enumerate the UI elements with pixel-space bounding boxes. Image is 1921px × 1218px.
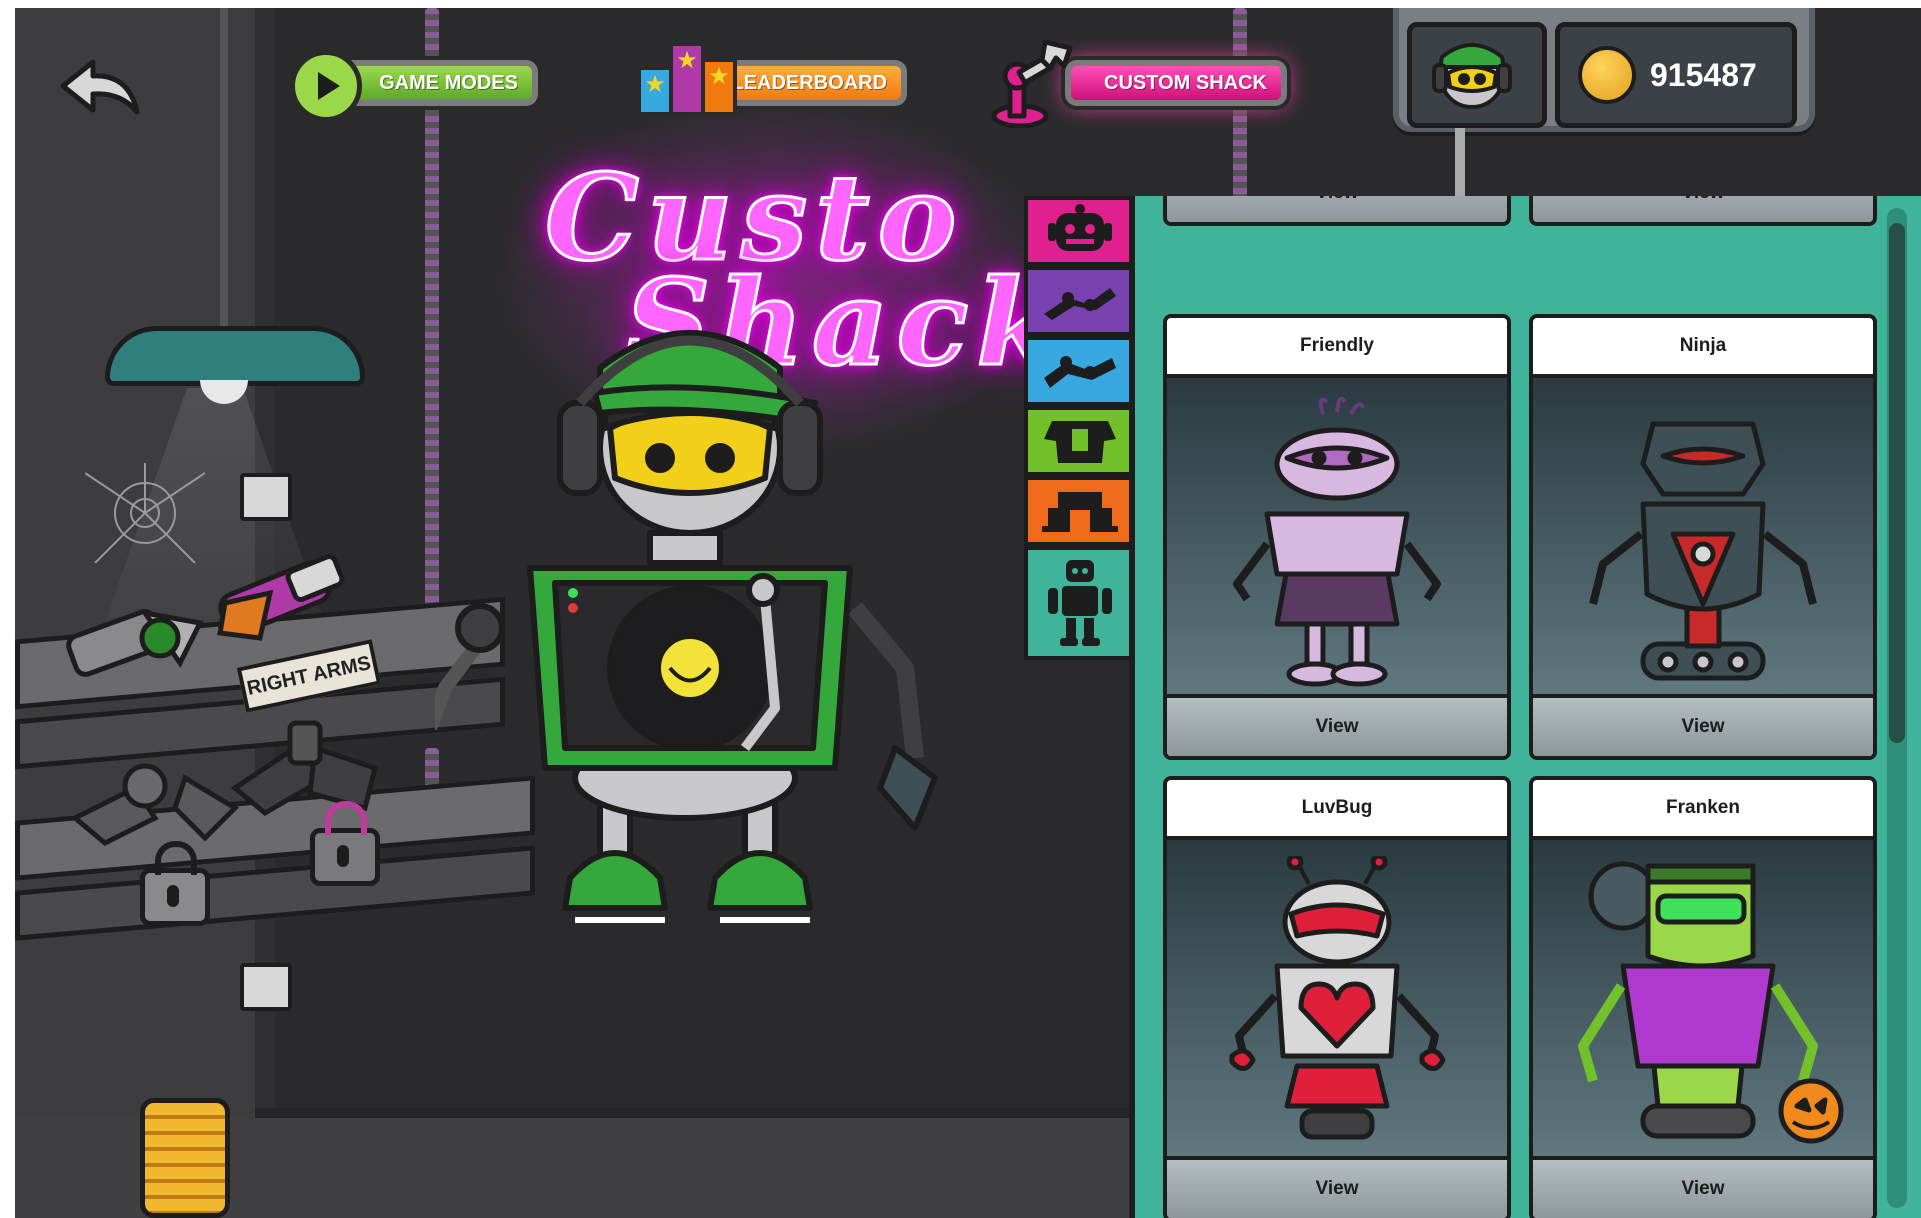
game-scene: Custo Shack RIGHT ARMS GAME MODES LEADER… (15, 8, 1921, 1218)
robot-preview-ninja (1533, 378, 1873, 694)
robot-preview-friendly (1167, 378, 1507, 694)
custom-shack-button[interactable]: CUSTOM SHACK (1065, 60, 1287, 106)
lock-icon (140, 841, 210, 926)
robot-card-ninja: Ninja View (1529, 314, 1877, 760)
card-title: Friendly (1167, 318, 1507, 378)
card-title: Franken (1533, 780, 1873, 840)
tab-left-arms[interactable] (1024, 266, 1136, 336)
tab-legs[interactable] (1024, 476, 1136, 546)
card-title: Ninja (1533, 318, 1873, 378)
coin-counter: 915487 (1555, 22, 1797, 128)
robot-head-icon (1048, 204, 1112, 251)
tab-heads[interactable] (1024, 196, 1136, 266)
custom-shack-label: CUSTOM SHACK (1104, 71, 1267, 94)
left-arm-icon (1044, 288, 1116, 320)
robot-card: View (1163, 196, 1511, 226)
coin-icon (1578, 46, 1636, 104)
view-button[interactable]: View (1167, 1156, 1507, 1218)
leaderboard-button[interactable]: LEADERBOARD (727, 60, 907, 106)
view-button[interactable]: View (1167, 196, 1507, 222)
view-button[interactable]: View (1533, 694, 1873, 756)
robot-card-luvbug: LuvBug View (1163, 776, 1511, 1218)
coin-stack (140, 1098, 230, 1218)
view-button[interactable]: View (1533, 1156, 1873, 1218)
full-robot-icon (1048, 560, 1112, 646)
scrollbar-thumb[interactable] (1889, 223, 1905, 743)
tab-torsos[interactable] (1024, 406, 1136, 476)
torso-icon (1044, 421, 1116, 463)
ray-gun-part-icon (217, 554, 345, 641)
claw-part-icon (230, 720, 378, 817)
panel-post (1455, 126, 1465, 206)
leaderboard-label: LEADERBOARD (731, 71, 887, 94)
avatar-icon (1432, 43, 1512, 109)
wall-bracket (240, 963, 292, 1011)
tab-full-robots[interactable] (1024, 546, 1132, 660)
robot-preview-franken (1533, 840, 1873, 1156)
ceiling-lamp (105, 326, 365, 386)
leaderboard-icon[interactable]: ★ ★ ★ (637, 42, 737, 116)
robot-card-franken: Franken View (1529, 776, 1877, 1218)
robot-card: View (1529, 196, 1877, 226)
robot-preview-luvbug (1167, 840, 1507, 1156)
legs-icon (1042, 492, 1118, 532)
card-title: LuvBug (1167, 780, 1507, 840)
floor-edge (255, 1108, 1155, 1118)
play-icon[interactable] (290, 50, 362, 122)
back-arrow-icon (60, 59, 140, 115)
claw-machine-icon[interactable] (990, 38, 1080, 128)
franken-robot-icon (1578, 861, 1844, 1144)
category-tabs (1024, 196, 1136, 660)
tab-right-arms[interactable] (1024, 336, 1136, 406)
coin-amount: 915487 (1650, 56, 1757, 93)
luvbug-robot-icon (1229, 856, 1446, 1140)
lock-icon (310, 801, 380, 886)
star-icon: ★ (669, 42, 705, 116)
robot-list-panel: View View Friendly (1129, 196, 1921, 1218)
view-button[interactable]: View (1167, 694, 1507, 756)
lamp-cord (220, 8, 228, 328)
star-icon: ★ (701, 58, 737, 116)
wall-bracket (240, 473, 292, 521)
avatar-button[interactable] (1407, 22, 1547, 128)
player-robot (435, 330, 938, 923)
spider-web-icon (85, 463, 205, 563)
game-modes-label: GAME MODES (379, 71, 518, 94)
robot-card-friendly: Friendly View (1163, 314, 1511, 760)
star-icon: ★ (637, 66, 673, 116)
robot-list[interactable]: View View Friendly (1129, 196, 1912, 1218)
view-button[interactable]: View (1533, 196, 1873, 222)
ninja-robot-icon (1589, 421, 1817, 681)
right-arm-icon (1044, 356, 1116, 388)
friendly-robot-icon (1233, 396, 1441, 687)
back-button[interactable] (55, 53, 143, 123)
